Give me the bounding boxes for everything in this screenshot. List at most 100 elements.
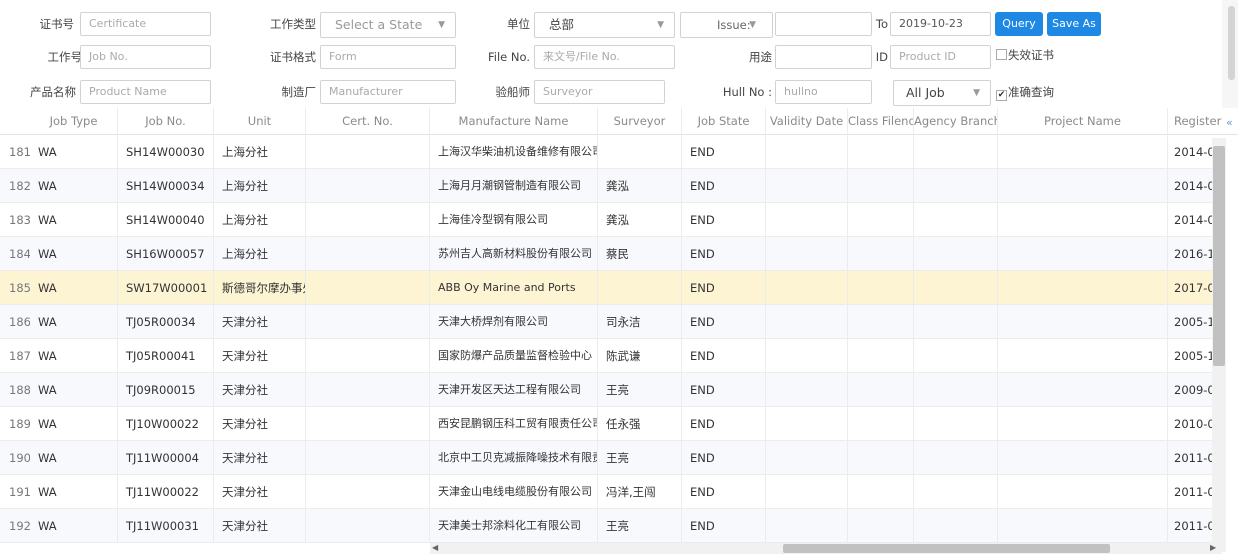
col-header-job-type[interactable]: Job Type xyxy=(30,108,118,135)
product-name-label: 产品名称 xyxy=(30,85,76,99)
cell-surveyor: 王亮 xyxy=(598,373,682,407)
cell-agency-branch xyxy=(914,237,998,271)
page-scrollbar-thumb[interactable] xyxy=(1228,6,1235,80)
grid-horizontal-scrollbar-thumb[interactable] xyxy=(783,544,1110,553)
cell-class-fileno xyxy=(848,305,914,339)
checkmark-icon: ✔ xyxy=(996,90,1007,101)
file-no-input[interactable]: 来文号/File No. xyxy=(534,45,675,69)
cell-job-state: END xyxy=(682,305,766,339)
product-id-input[interactable]: Product ID xyxy=(890,45,991,69)
grid-vertical-scrollbar[interactable] xyxy=(1212,138,1226,552)
cert-format-input[interactable]: Form xyxy=(320,45,456,69)
grid-horizontal-scrollbar[interactable]: ◀ ▶ xyxy=(430,543,1222,554)
exact-query-checkbox[interactable]: ✔ 准确查询 xyxy=(996,84,1054,101)
cell-class-fileno xyxy=(848,407,914,441)
job-type-select[interactable]: Select a State ▼ xyxy=(320,12,456,38)
cell-job-type: WA xyxy=(30,271,118,305)
cell-cert-no xyxy=(306,271,430,305)
all-job-select-value: All Job xyxy=(906,85,945,100)
cell-agency-branch xyxy=(914,169,998,203)
scroll-left-arrow-icon[interactable]: ◀ xyxy=(432,542,438,554)
cell-job-state: END xyxy=(682,509,766,543)
col-header-register-date[interactable]: Register D xyxy=(1168,108,1222,135)
table-row[interactable]: 181 WA SH14W00030 上海分社 上海汉华柴油机设备维修有限公司 END 201… xyxy=(0,135,1212,169)
grid-vertical-scrollbar-thumb[interactable] xyxy=(1213,146,1225,366)
col-header-project-name[interactable]: Project Name xyxy=(998,108,1168,135)
cell-agency-branch xyxy=(914,339,998,373)
hull-no-input[interactable]: hullno xyxy=(775,80,872,104)
cell-surveyor: 王亮 xyxy=(598,441,682,475)
table-row[interactable]: 182 WA SH14W00034 上海分社 上海月月潮钢管制造有限公司 龚泓 END 201… xyxy=(0,169,1212,203)
issue-select[interactable]: Issue: ▼ xyxy=(680,12,773,38)
cell-validity-date xyxy=(766,271,848,305)
cell-job-state: END xyxy=(682,475,766,509)
manufacturer-label: 制造厂 xyxy=(281,85,317,99)
cell-validity-date xyxy=(766,407,848,441)
manufacturer-input[interactable]: Manufacturer xyxy=(320,80,456,104)
row-number: 187 xyxy=(9,349,30,363)
cell-manufacture-name: 西安昆鹏钢压科工贸有限责任公司 xyxy=(430,407,598,441)
col-header-class-fileno[interactable]: Class Fileno xyxy=(848,108,914,135)
table-row[interactable]: 183 WA SH14W00040 上海分社 上海佳冷型钢有限公司 龚泓 END 2014-0… xyxy=(0,203,1212,237)
cell-cert-no xyxy=(306,237,430,271)
row-number: 192 xyxy=(9,519,30,533)
col-header-surveyor[interactable]: Surveyor xyxy=(598,108,682,135)
usage-input[interactable] xyxy=(775,45,872,69)
issue-to-input[interactable]: 2019-10-23 xyxy=(890,12,991,36)
cell-job-no: SH16W00057 xyxy=(118,237,214,271)
table-row[interactable]: 185 WA SW17W00001 斯德哥尔摩办事处 ABB Oy Marine and… xyxy=(0,271,1212,305)
cell-register-date: 2014-07 xyxy=(1174,179,1212,193)
cell-job-type: WA xyxy=(30,169,118,203)
chevron-down-icon: ▼ xyxy=(973,88,980,98)
cell-cert-no xyxy=(306,135,430,169)
cell-manufacture-name: ABB Oy Marine and Ports xyxy=(430,271,598,305)
cell-project-name xyxy=(998,475,1168,509)
cert-format-label: 证书格式 xyxy=(270,50,316,64)
col-header-agency-branch[interactable]: Agency Branch xyxy=(914,108,998,135)
cell-surveyor: 陈武谦 xyxy=(598,339,682,373)
table-row[interactable]: 186 WA TJ05R00034 天津分社 天津大桥焊剂有限公司 司永洁 END 2005-… xyxy=(0,305,1212,339)
scroll-right-arrow-icon[interactable]: ▶ xyxy=(1210,542,1216,554)
cell-manufacture-name: 上海汉华柴油机设备维修有限公司 xyxy=(430,135,598,169)
cell-job-no: SH14W00040 xyxy=(118,203,214,237)
col-header-cert-no[interactable]: Cert. No. xyxy=(306,108,430,135)
cell-validity-date xyxy=(766,441,848,475)
table-row[interactable]: 184 WA SH16W00057 上海分社 苏州吉人高新材料股份有限公司 蔡民 END 20… xyxy=(0,237,1212,271)
cell-agency-branch xyxy=(914,271,998,305)
cell-job-state: END xyxy=(682,373,766,407)
col-header-validity-date[interactable]: Validity Date xyxy=(766,108,848,135)
product-name-input[interactable]: Product Name xyxy=(80,80,211,104)
cell-project-name xyxy=(998,237,1168,271)
cell-project-name xyxy=(998,305,1168,339)
query-button[interactable]: Query xyxy=(995,12,1043,36)
row-number: 182 xyxy=(9,179,30,193)
save-as-button[interactable]: Save As xyxy=(1047,12,1101,36)
cell-cert-no xyxy=(306,339,430,373)
cell-project-name xyxy=(998,203,1168,237)
col-header-unit[interactable]: Unit xyxy=(214,108,306,135)
cell-validity-date xyxy=(766,237,848,271)
cell-job-state: END xyxy=(682,203,766,237)
table-row[interactable]: 190 WA TJ11W00004 天津分社 北京中工贝克减振降噪技术有限责任 王亮 END… xyxy=(0,441,1212,475)
cell-register-date: 2005-12 xyxy=(1174,349,1212,363)
cell-agency-branch xyxy=(914,509,998,543)
unit-select[interactable]: 总部 ▼ xyxy=(534,12,675,38)
table-row[interactable]: 188 WA TJ09R00015 天津分社 天津开发区天达工程有限公司 王亮 END 200… xyxy=(0,373,1212,407)
table-row[interactable]: 189 WA TJ10W00022 天津分社 西安昆鹏钢压科工贸有限责任公司 任永强 END… xyxy=(0,407,1212,441)
table-row[interactable]: 192 WA TJ11W00031 天津分社 天津美士邦涂料化工有限公司 王亮 END 201… xyxy=(0,509,1212,543)
job-no-input[interactable]: Job No. xyxy=(80,45,211,69)
table-row[interactable]: 187 WA TJ05R00041 天津分社 国家防爆产品质量监督检验中心（天 陈武谦 EN… xyxy=(0,339,1212,373)
col-header-manufacture-name[interactable]: Manufacture Name xyxy=(430,108,598,135)
cell-register-date: 2011-07 xyxy=(1174,485,1212,499)
issue-from-input[interactable] xyxy=(775,12,872,36)
cell-cert-no xyxy=(306,169,430,203)
surveyor-input[interactable]: Surveyor xyxy=(534,80,665,104)
table-row[interactable]: 191 WA TJ11W00022 天津分社 天津金山电线电缆股份有限公司 冯洋,王闯 EN… xyxy=(0,475,1212,509)
collapse-panel-icon[interactable]: « xyxy=(1226,116,1233,129)
col-header-job-no[interactable]: Job No. xyxy=(118,108,214,135)
all-job-select[interactable]: All Job ▼ xyxy=(893,80,991,106)
job-no-label: 工作号 xyxy=(47,50,83,64)
col-header-job-state[interactable]: Job State xyxy=(682,108,766,135)
invalid-cert-checkbox[interactable]: 失效证书 xyxy=(996,47,1054,63)
cert-no-input[interactable]: Certificate xyxy=(80,12,211,36)
